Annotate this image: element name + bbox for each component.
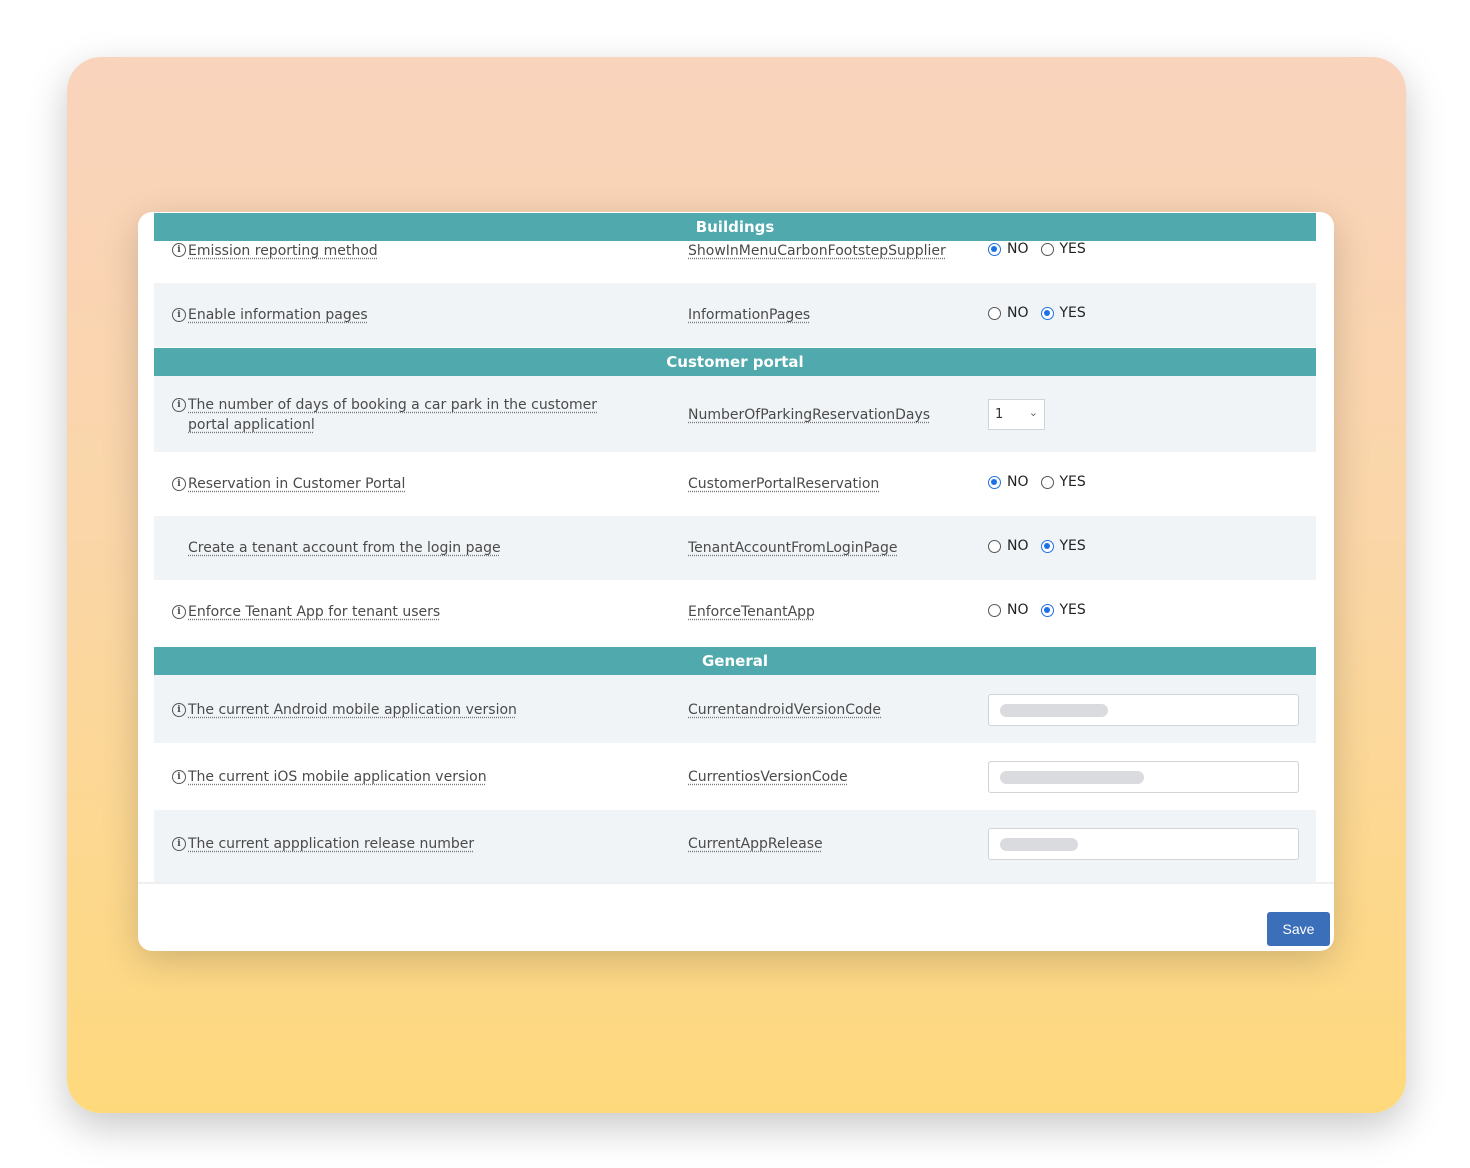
setting-key: CurrentandroidVersionCode <box>688 702 882 718</box>
redacted-value <box>1000 838 1078 851</box>
setting-label: The current Android mobile application v… <box>188 702 517 718</box>
radio-yes[interactable] <box>1040 539 1054 553</box>
ios-version-input[interactable] <box>988 761 1299 793</box>
parking-days-select[interactable]: 1 ⌄ <box>988 399 1045 430</box>
setting-label: Create a tenant account from the login p… <box>188 540 501 556</box>
section-header-buildings: Buildings <box>154 213 1316 241</box>
radio-no[interactable] <box>988 475 1001 489</box>
setting-label: The current appplication release number <box>188 836 475 852</box>
radio-yes-label: YES <box>1059 474 1086 490</box>
setting-row-tenant-account: Create a tenant account from the login p… <box>154 516 1316 580</box>
save-button[interactable]: Save <box>1267 912 1330 946</box>
info-icon[interactable]: i <box>172 477 186 491</box>
setting-row-android-version: i The current Android mobile application… <box>154 675 1316 743</box>
radio-no[interactable] <box>988 539 1001 553</box>
setting-row-app-release: i The current appplication release numbe… <box>154 810 1316 882</box>
info-icon[interactable]: i <box>172 605 186 619</box>
radio-yes-label: YES <box>1059 602 1086 618</box>
footer-divider <box>138 882 1334 884</box>
radio-group: NO YES <box>988 241 1098 257</box>
setting-key: NumberOfParkingReservationDays <box>688 407 931 423</box>
setting-key: InformationPages <box>688 307 811 323</box>
radio-yes-label: YES <box>1059 241 1086 257</box>
setting-key: TenantAccountFromLoginPage <box>688 540 898 556</box>
radio-no[interactable] <box>988 242 1001 256</box>
info-icon[interactable]: i <box>172 770 186 784</box>
radio-no-label: NO <box>1007 305 1029 321</box>
redacted-value <box>1000 704 1108 717</box>
radio-yes[interactable] <box>1040 475 1054 489</box>
info-icon[interactable]: i <box>172 837 186 851</box>
select-value: 1 <box>995 407 1004 422</box>
radio-no[interactable] <box>988 603 1001 617</box>
setting-label: Enable information pages <box>188 307 368 323</box>
android-version-input[interactable] <box>988 694 1299 726</box>
setting-key: CurrentAppRelease <box>688 836 823 852</box>
radio-no-label: NO <box>1007 241 1029 257</box>
setting-label: The number of days of booking a car park… <box>188 397 598 433</box>
radio-yes[interactable] <box>1040 306 1054 320</box>
radio-no-label: NO <box>1007 602 1029 618</box>
setting-label: Reservation in Customer Portal <box>188 476 406 492</box>
radio-no-label: NO <box>1007 538 1029 554</box>
radio-yes-label: YES <box>1059 538 1086 554</box>
info-icon[interactable]: i <box>172 243 186 257</box>
setting-key: ShowInMenuCarbonFootstepSupplier <box>688 243 946 259</box>
setting-key: EnforceTenantApp <box>688 604 815 620</box>
radio-yes[interactable] <box>1040 603 1054 617</box>
redacted-value <box>1000 771 1144 784</box>
setting-row-enforce-tenant-app: i Enforce Tenant App for tenant users En… <box>154 580 1316 646</box>
radio-group: NO YES <box>988 474 1098 490</box>
setting-label: The current iOS mobile application versi… <box>188 769 487 785</box>
radio-yes-label: YES <box>1059 305 1086 321</box>
setting-row-emission-reporting: i Emission reporting method ShowInMenuCa… <box>154 241 1316 283</box>
section-title: Customer portal <box>666 353 804 371</box>
setting-label: Enforce Tenant App for tenant users <box>188 604 441 620</box>
settings-panel: Buildings i Emission reporting method Sh… <box>138 212 1334 951</box>
setting-key: CustomerPortalReservation <box>688 476 880 492</box>
app-release-input[interactable] <box>988 828 1299 860</box>
setting-key: CurrentiosVersionCode <box>688 769 848 785</box>
setting-row-parking-days: i The number of days of booking a car pa… <box>154 376 1316 452</box>
setting-label: Emission reporting method <box>188 243 378 259</box>
section-title: General <box>702 652 768 670</box>
info-icon[interactable]: i <box>172 703 186 717</box>
chevron-down-icon: ⌄ <box>1028 406 1038 419</box>
settings-scroll-area[interactable]: Buildings i Emission reporting method Sh… <box>138 212 1334 882</box>
section-header-general: General <box>154 647 1316 675</box>
radio-no-label: NO <box>1007 474 1029 490</box>
radio-yes[interactable] <box>1040 242 1054 256</box>
radio-group: NO YES <box>988 602 1098 618</box>
radio-no[interactable] <box>988 306 1001 320</box>
info-icon[interactable]: i <box>172 398 186 412</box>
info-icon[interactable]: i <box>172 308 186 322</box>
radio-group: NO YES <box>988 538 1098 554</box>
setting-row-information-pages: i Enable information pages InformationPa… <box>154 283 1316 347</box>
section-header-customer-portal: Customer portal <box>154 348 1316 376</box>
radio-group: NO YES <box>988 305 1098 321</box>
section-title: Buildings <box>695 218 775 236</box>
setting-row-customer-portal-reservation: i Reservation in Customer Portal Custome… <box>154 452 1316 516</box>
setting-row-ios-version: i The current iOS mobile application ver… <box>154 743 1316 810</box>
